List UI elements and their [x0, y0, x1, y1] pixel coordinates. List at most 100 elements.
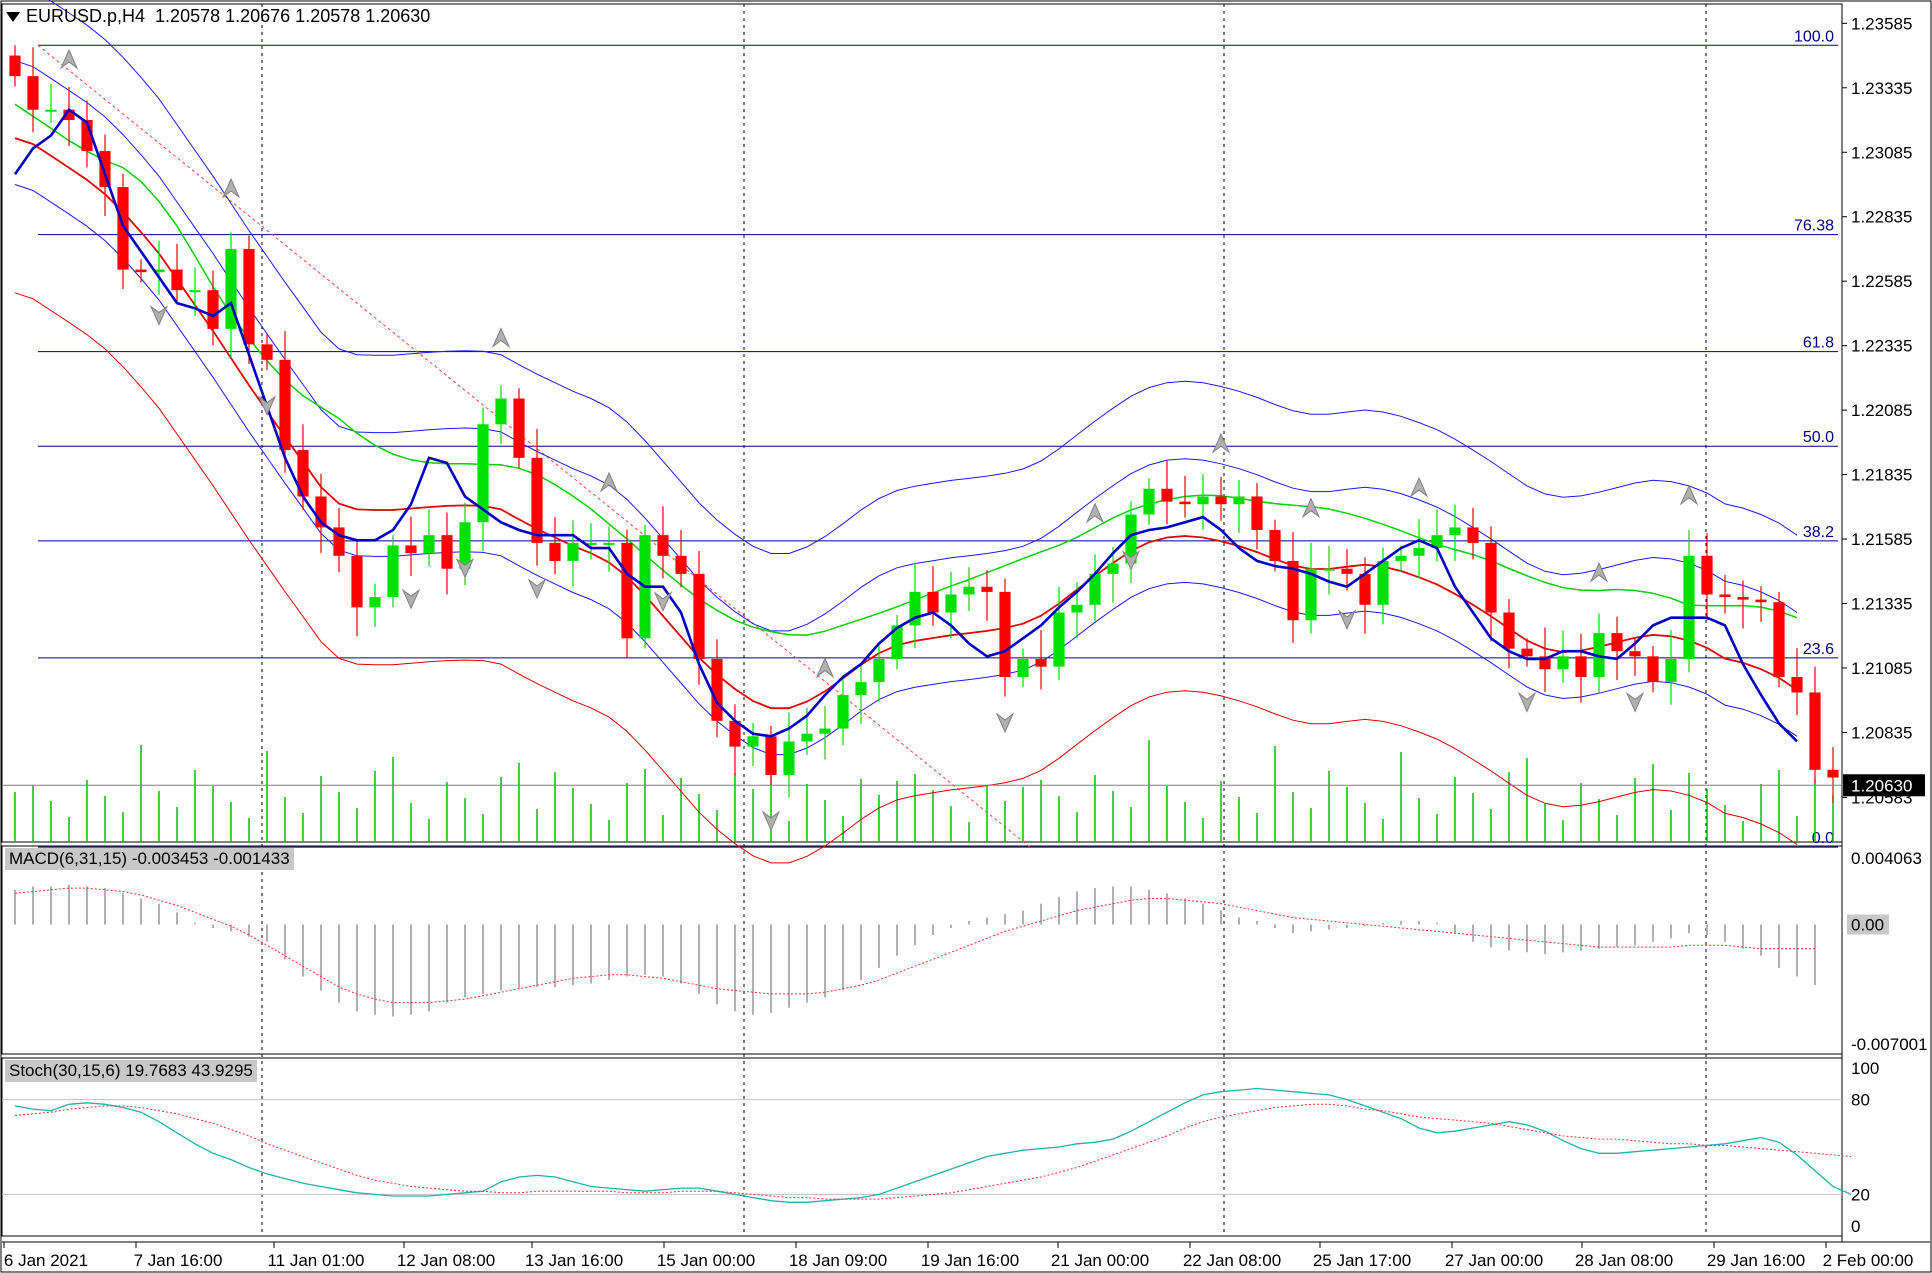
- bull-candle: [1197, 496, 1209, 505]
- bull-candle: [189, 290, 201, 293]
- fractal-down-arrow: [653, 591, 673, 613]
- bear-candle: [1611, 633, 1623, 652]
- bull-candle: [819, 728, 831, 734]
- macd-tick-label: 0.004063: [1851, 849, 1922, 868]
- fib-level-label: 61.8: [1803, 335, 1834, 352]
- bear-candle: [1035, 658, 1047, 667]
- bull-candle: [855, 682, 867, 696]
- bear-candle: [765, 736, 777, 775]
- bear-candle: [1251, 496, 1263, 531]
- price-tick-label: 1.21085: [1851, 659, 1912, 678]
- fractal-up-arrow: [221, 177, 241, 199]
- chart-menu-icon[interactable]: [6, 12, 20, 23]
- bear-candle: [1737, 597, 1749, 600]
- stoch-pane: [1, 1057, 1843, 1237]
- price-tick-label: 1.22835: [1851, 208, 1912, 227]
- bear-candle: [1791, 676, 1803, 693]
- bull-candle: [963, 586, 975, 595]
- bull-candle: [1557, 656, 1569, 670]
- bull-candle: [423, 535, 435, 554]
- price-tick-label: 1.20835: [1851, 723, 1912, 742]
- time-tick-label: 21 Jan 00:00: [1051, 1251, 1149, 1270]
- symbol-label: EURUSD.p,H4: [26, 6, 146, 26]
- bull-candle: [837, 695, 849, 729]
- price-tick-label: 1.22335: [1851, 337, 1912, 356]
- outer-upper-band: [48, 0, 1798, 554]
- current-price-label: 1.20630: [1851, 776, 1912, 795]
- bear-candle: [1755, 599, 1767, 603]
- bull-candle: [1017, 658, 1029, 677]
- bear-candle: [621, 542, 633, 639]
- bear-candle: [441, 535, 453, 569]
- fractal-up-arrow: [1085, 502, 1105, 524]
- bull-candle: [1395, 555, 1407, 561]
- bull-candle: [873, 658, 885, 683]
- bear-candle: [1179, 501, 1191, 505]
- time-tick-label: 28 Jan 08:00: [1575, 1251, 1673, 1270]
- price-tick-label: 1.23585: [1851, 14, 1912, 33]
- macd-tick-label: 0.00: [1851, 916, 1884, 935]
- bear-candle: [1161, 488, 1173, 502]
- fractal-down-arrow: [257, 395, 277, 417]
- price-tick-label: 1.23085: [1851, 143, 1912, 162]
- bear-candle: [171, 269, 183, 291]
- bull-candle: [1053, 612, 1065, 667]
- time-tick-label: 18 Jan 09:00: [789, 1251, 887, 1270]
- bull-candle: [801, 733, 813, 742]
- fractal-down-arrow: [1517, 691, 1537, 713]
- bear-candle: [1719, 594, 1731, 598]
- bear-candle: [1215, 496, 1227, 505]
- bear-candle: [1827, 769, 1839, 778]
- ohlc-readout: 1.20578 1.20676 1.20578 1.20630: [155, 6, 431, 26]
- bull-candle: [783, 741, 795, 775]
- bull-candle: [1233, 496, 1245, 505]
- bear-candle: [117, 187, 129, 270]
- bear-candle: [981, 586, 993, 592]
- bear-candle: [999, 591, 1011, 677]
- bear-candle: [243, 248, 255, 345]
- chart-window[interactable]: 1.23585 1.23335 1.23085 1.22835 1.22585 1.223…: [0, 0, 1932, 1273]
- fib-level-label: 50.0: [1803, 429, 1834, 446]
- bear-candle: [135, 269, 147, 273]
- bear-candle: [1629, 651, 1641, 657]
- time-tick-label: 13 Jan 16:00: [525, 1251, 623, 1270]
- stoch-tick-label: 100: [1851, 1059, 1879, 1078]
- time-tick-label: 25 Jan 17:00: [1313, 1251, 1411, 1270]
- time-tick-label: 11 Jan 01:00: [267, 1251, 364, 1270]
- bear-candle: [1467, 527, 1479, 543]
- time-tick-label: 19 Jan 16:00: [921, 1251, 1019, 1270]
- bull-candle: [1683, 555, 1695, 659]
- bear-candle: [1575, 656, 1587, 677]
- price-pane: [1, 3, 1843, 843]
- bear-candle: [1341, 568, 1353, 574]
- price-tick-label: 1.21585: [1851, 530, 1912, 549]
- inner-lower-band: [14, 184, 1798, 756]
- bear-candle: [1773, 602, 1785, 677]
- fractal-up-arrow: [1409, 476, 1429, 498]
- bear-candle: [1269, 530, 1281, 561]
- bear-candle: [1701, 555, 1713, 595]
- fractal-up-arrow: [1589, 561, 1609, 583]
- bear-candle: [1809, 692, 1821, 770]
- fractal-down-arrow: [995, 712, 1015, 734]
- macd-pane: [1, 845, 1843, 1055]
- time-tick-label: 6 Jan 2021: [4, 1251, 88, 1270]
- bull-candle: [1107, 563, 1119, 574]
- bear-candle: [405, 545, 417, 554]
- macd-tick-label: -0.007001: [1851, 1035, 1928, 1054]
- bull-candle: [1665, 658, 1677, 683]
- bull-candle: [1449, 527, 1461, 536]
- fractal-down-arrow: [527, 578, 547, 600]
- bull-candle: [747, 736, 759, 747]
- stoch-label: Stoch(30,15,6) 19.7683 43.9295: [5, 1060, 257, 1082]
- bear-candle: [549, 542, 561, 561]
- fib-level-label: 23.6: [1803, 641, 1834, 658]
- chart-header: EURUSD.p,H4 1.20578 1.20676 1.20578 1.20…: [6, 6, 430, 27]
- price-tick-label: 1.22585: [1851, 272, 1912, 291]
- chart-canvas[interactable]: 1.23585 1.23335 1.23085 1.22835 1.22585 1.223…: [0, 0, 1932, 1273]
- time-tick-label: 22 Jan 08:00: [1183, 1251, 1281, 1270]
- stoch-signal-line: [14, 1103, 1852, 1200]
- bear-candle: [207, 290, 219, 329]
- fractal-down-arrow: [401, 588, 421, 610]
- fractal-up-arrow: [815, 657, 835, 679]
